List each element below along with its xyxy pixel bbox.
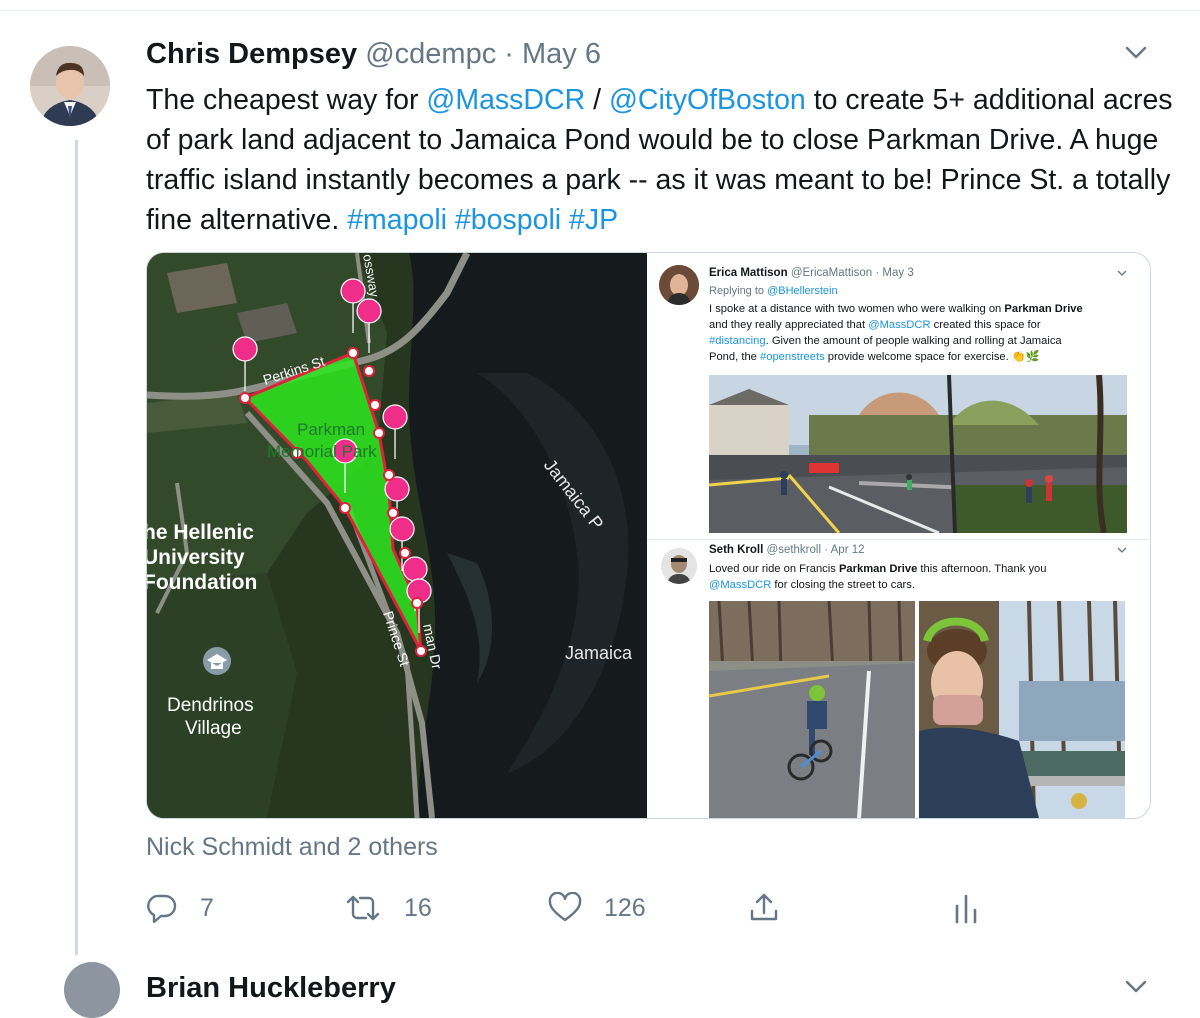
- author-avatar-image: [30, 46, 110, 126]
- ss-text: for closing the street to cars.: [771, 579, 915, 591]
- map-label-hellenic-2: University: [147, 546, 245, 569]
- ss-text: and they really appreciated that: [709, 319, 869, 331]
- walkers-photo: [709, 375, 1127, 533]
- erica-tweet-text: I spoke at a distance with two women who…: [709, 301, 1139, 365]
- retweet-action[interactable]: 16: [344, 888, 432, 928]
- reply-action[interactable]: 7: [146, 888, 214, 928]
- map-label-dendrinos-2: Village: [185, 718, 242, 739]
- seth-date: Apr 12: [830, 544, 865, 556]
- map-image[interactable]: Perkins St Parkman Memorial Park Jamaica…: [147, 253, 647, 818]
- analytics-icon: [955, 894, 977, 924]
- seth-handle: @sethkroll: [766, 544, 822, 556]
- embedded-tweets-screenshot[interactable]: Erica Mattison @EricaMattison · May 3 Re…: [647, 253, 1150, 818]
- tweet-header: Chris Dempsey @cdempc · May 6: [146, 38, 601, 71]
- tweet-text-part: [561, 204, 569, 236]
- erica-replying: Replying to @BHellerstein: [709, 285, 838, 297]
- replying-prefix: Replying to: [709, 285, 768, 297]
- ss-text: I spoke at a distance with two women who…: [709, 303, 1005, 315]
- author-avatar[interactable]: [30, 46, 110, 126]
- erica-header: Erica Mattison @EricaMattison · May 3: [709, 267, 914, 279]
- ss-text-bold: Parkman Drive: [838, 563, 918, 575]
- erica-date: May 3: [882, 267, 914, 279]
- mention-cityofboston-link[interactable]: @CityOfBoston: [609, 84, 806, 116]
- ss-text: Loved our ride on Francis: [709, 563, 839, 575]
- map-label-jamaica-lower: Jamaica: [565, 643, 633, 663]
- like-count: 126: [604, 893, 646, 922]
- tweet-text: The cheapest way for @MassDCR / @CityOfB…: [146, 80, 1176, 240]
- erica-avatar: [659, 265, 699, 305]
- replying-to-handle: @BHellerstein: [767, 285, 838, 297]
- ss-text: this afternoon. Thank you: [917, 563, 1047, 575]
- share-action[interactable]: [747, 888, 781, 928]
- map-label-dendrinos-1: Dendrinos: [167, 695, 254, 716]
- analytics-action[interactable]: [953, 888, 979, 928]
- map-label-parkman-park-1: Parkman: [297, 420, 365, 439]
- ss-text: . Given the amount of people walking and…: [765, 335, 1062, 347]
- retweet-count: 16: [404, 893, 432, 922]
- mention-massdcr-link[interactable]: @MassDCR: [426, 84, 585, 116]
- reply-count: 7: [200, 893, 214, 922]
- map-label-hellenic-1: he Hellenic: [147, 521, 254, 544]
- timeline-divider: [0, 10, 1200, 11]
- seth-header: Seth Kroll @sethkroll · Apr 12: [709, 544, 865, 556]
- hashtag-mapoli-link[interactable]: #mapoli: [347, 204, 447, 236]
- ss-text-link: @MassDCR: [709, 579, 772, 591]
- ss-text-link: @MassDCR: [868, 319, 931, 331]
- tweet-text-part: [447, 204, 455, 236]
- map-label-hellenic-3: Foundation: [147, 571, 257, 594]
- embedded-chevron-down-icon: [1117, 270, 1127, 276]
- ss-text: created this space for: [930, 319, 1041, 331]
- embedded-divider: [647, 539, 1150, 540]
- ss-text-link: #distancing: [709, 335, 766, 347]
- header-separator: ·: [504, 38, 514, 70]
- reply-icon: [147, 894, 177, 924]
- tweet-media[interactable]: Perkins St Parkman Memorial Park Jamaica…: [146, 252, 1151, 819]
- author-name[interactable]: Chris Dempsey: [146, 38, 357, 70]
- chevron-down-icon[interactable]: [1124, 44, 1148, 62]
- ss-text: Pond, the: [709, 351, 761, 363]
- erica-handle: @EricaMattison: [790, 267, 873, 279]
- seth-name: Seth Kroll: [709, 544, 764, 556]
- next-author-avatar[interactable]: [64, 962, 120, 1018]
- tweet-date[interactable]: May 6: [522, 38, 601, 70]
- like-action[interactable]: 126: [548, 888, 646, 928]
- embedded-chevron-down-icon: [1117, 547, 1127, 553]
- seth-tweet-text: Loved our ride on Francis Parkman Drive …: [709, 561, 1139, 593]
- next-author-name[interactable]: Brian Huckleberry: [146, 972, 396, 1005]
- erica-sep: ·: [875, 267, 880, 279]
- retweet-icon: [346, 895, 380, 921]
- erica-name: Erica Mattison: [709, 267, 788, 279]
- ss-text: provide welcome space for exercise. 👏🌿: [824, 351, 1040, 363]
- map-label-parkman-park-2: Memorial Park: [267, 442, 377, 461]
- chevron-down-icon[interactable]: [1124, 978, 1148, 996]
- seth-sep: ·: [824, 544, 829, 556]
- ss-text-bold: Parkman Drive: [1004, 303, 1083, 315]
- heart-icon: [548, 892, 582, 922]
- bike-photo: [709, 601, 915, 818]
- liked-by-text[interactable]: Nick Schmidt and 2 others: [146, 833, 438, 862]
- tweet-text-part: /: [585, 84, 609, 116]
- tweet-text-part: The cheapest way for: [146, 84, 427, 116]
- seth-avatar: [661, 548, 697, 584]
- hashtag-bospoli-link[interactable]: #bospoli: [455, 204, 561, 236]
- author-handle[interactable]: @cdempc: [365, 38, 496, 70]
- selfie-photo: [919, 601, 1125, 818]
- hashtag-jp-link[interactable]: #JP: [569, 204, 618, 236]
- ss-text-link: #openstreets: [760, 351, 825, 363]
- thread-line: [75, 140, 78, 955]
- share-icon: [750, 893, 778, 921]
